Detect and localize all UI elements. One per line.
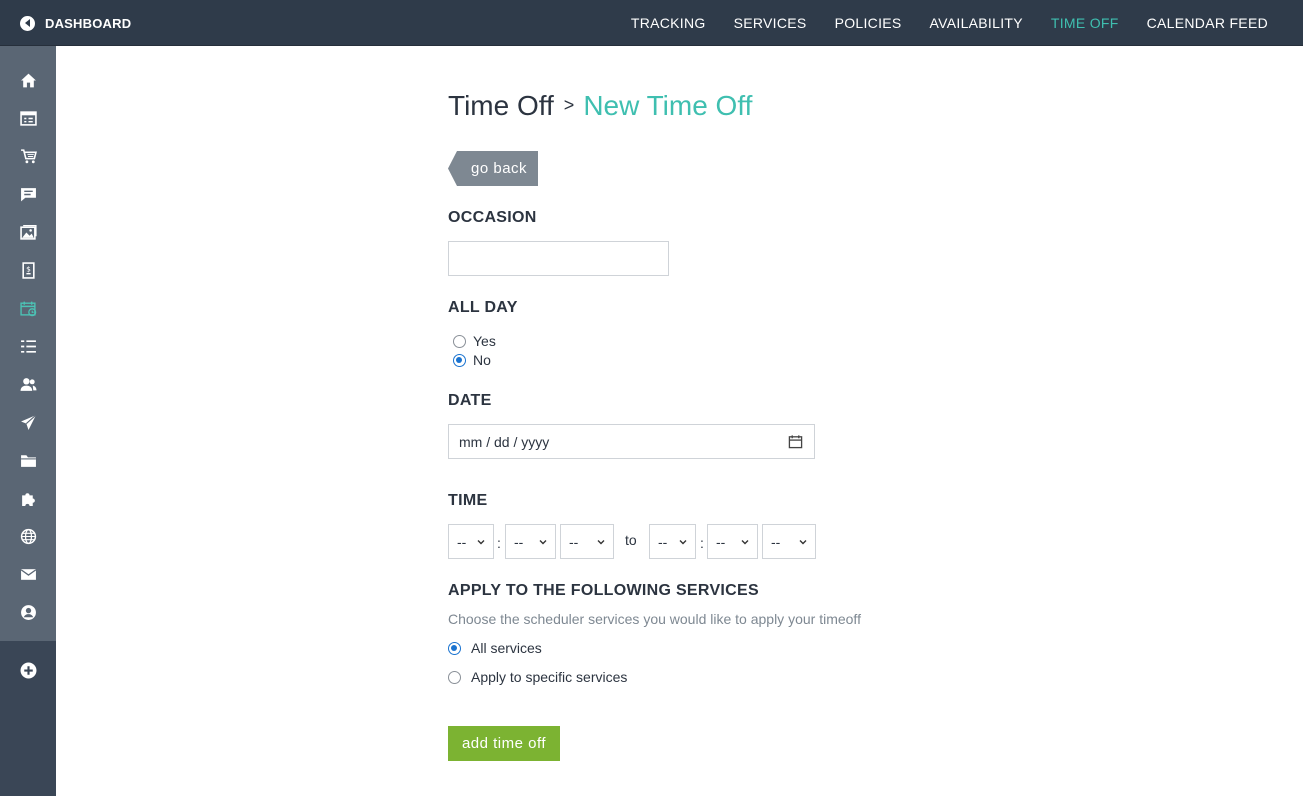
add-icon: [20, 662, 36, 678]
time-from-ampm-select[interactable]: --: [560, 524, 614, 559]
time-to-minute-select[interactable]: --: [707, 524, 758, 559]
svg-text:$: $: [26, 264, 31, 273]
chevron-down-icon: [679, 540, 687, 545]
time-from-minute-value: --: [514, 533, 524, 550]
sidebar-item-scheduler[interactable]: [0, 289, 56, 327]
time-to-ampm-select[interactable]: --: [762, 524, 816, 559]
sidebar-item-files[interactable]: [0, 441, 56, 479]
all-day-no-option[interactable]: No: [453, 352, 491, 368]
breadcrumb-parent[interactable]: Time Off: [448, 90, 554, 121]
sidebar: $: [0, 46, 56, 796]
nav-availability[interactable]: AVAILABILITY: [930, 15, 1023, 31]
time-to-colon-1: :: [700, 535, 704, 551]
date-input-value: mm / dd / yyyy: [459, 433, 550, 450]
cart-icon: [20, 148, 37, 163]
home-icon: [20, 73, 36, 87]
sidebar-item-chat[interactable]: [0, 175, 56, 213]
services-label: APPLY TO THE FOLLOWING SERVICES: [448, 582, 759, 599]
specific-services-option[interactable]: Apply to specific services: [448, 669, 627, 685]
page-title: Time Off > New Time Off: [448, 90, 752, 122]
specific-services-label: Apply to specific services: [471, 669, 628, 685]
sidebar-item-invoices[interactable]: $: [0, 251, 56, 289]
specific-services-radio[interactable]: [448, 670, 461, 684]
add-time-off-button[interactable]: add time off: [448, 726, 560, 761]
sidebar-item-store[interactable]: [0, 137, 56, 175]
sidebar-item-add[interactable]: [0, 651, 56, 689]
all-day-yes-radio[interactable]: [453, 334, 466, 348]
chevron-down-icon: [799, 540, 807, 545]
dashboard-label: DASHBOARD: [45, 15, 132, 31]
all-day-yes-option[interactable]: Yes: [453, 333, 496, 349]
nav-calendar-feed[interactable]: CALENDAR FEED: [1147, 15, 1268, 31]
chevron-down-icon: [597, 540, 605, 545]
time-from-colon-1: :: [497, 535, 501, 551]
date-label: DATE: [448, 392, 492, 409]
chevron-down-icon: [477, 540, 485, 545]
globe-icon: [20, 528, 36, 544]
scheduler-icon: [19, 301, 36, 316]
puzzle-icon: [21, 492, 35, 506]
sidebar-item-mail[interactable]: [0, 555, 56, 593]
all-services-option[interactable]: All services: [448, 640, 542, 656]
time-to-ampm-value: --: [771, 533, 781, 550]
occasion-input[interactable]: [448, 241, 669, 276]
list-icon: [20, 339, 36, 353]
calendar-list-icon: [19, 110, 37, 126]
nav-time-off[interactable]: TIME OFF: [1051, 15, 1119, 31]
sidebar-item-gallery[interactable]: [0, 213, 56, 251]
nav-tracking[interactable]: TRACKING: [631, 15, 706, 31]
breadcrumb-current: New Time Off: [583, 90, 753, 121]
breadcrumb-separator: >: [563, 95, 575, 115]
nav-policies[interactable]: POLICIES: [835, 15, 902, 31]
calendar-icon[interactable]: [788, 434, 803, 449]
time-label: TIME: [448, 492, 488, 509]
all-day-no-label: No: [473, 352, 491, 368]
sidebar-item-website[interactable]: [0, 517, 56, 555]
all-day-no-radio[interactable]: [453, 353, 466, 367]
users-icon: [20, 377, 36, 391]
chat-icon: [20, 187, 36, 201]
mail-icon: [20, 568, 36, 580]
sidebar-item-calendar-list[interactable]: [0, 99, 56, 137]
time-from-hour-value: --: [457, 533, 467, 550]
all-day-yes-label: Yes: [473, 333, 496, 349]
sidebar-item-users[interactable]: [0, 365, 56, 403]
chevron-down-icon: [741, 540, 749, 545]
time-from-minute-select[interactable]: --: [505, 524, 556, 559]
top-bar: DASHBOARD TRACKING SERVICES POLICIES AVA…: [0, 0, 1303, 46]
top-nav: TRACKING SERVICES POLICIES AVAILABILITY …: [603, 0, 1268, 46]
all-services-label: All services: [471, 640, 542, 656]
gallery-icon: [19, 224, 37, 240]
time-from-ampm-value: --: [569, 533, 579, 550]
time-to-hour-value: --: [658, 533, 668, 550]
invoice-icon: $: [21, 261, 35, 279]
folder-icon: [20, 454, 36, 467]
sidebar-item-list[interactable]: [0, 327, 56, 365]
send-icon: [20, 414, 36, 430]
all-day-label: ALL DAY: [448, 299, 518, 316]
go-back-button[interactable]: go back: [448, 151, 538, 186]
sidebar-item-home[interactable]: [0, 61, 56, 99]
dashboard-link[interactable]: DASHBOARD: [20, 14, 131, 32]
back-arrow-icon: [20, 15, 35, 31]
nav-services[interactable]: SERVICES: [734, 15, 807, 31]
time-to-label: to: [625, 532, 637, 548]
chevron-down-icon: [539, 540, 547, 545]
services-description: Choose the scheduler services you would …: [448, 611, 861, 627]
occasion-label: OCCASION: [448, 209, 537, 226]
date-input[interactable]: mm / dd / yyyy: [448, 424, 815, 459]
time-to-minute-value: --: [716, 533, 726, 550]
sidebar-item-apps[interactable]: [0, 479, 56, 517]
account-icon: [20, 604, 36, 620]
sidebar-item-account[interactable]: [0, 593, 56, 631]
time-from-hour-select[interactable]: --: [448, 524, 494, 559]
sidebar-item-send[interactable]: [0, 403, 56, 441]
all-services-radio[interactable]: [448, 641, 461, 655]
time-to-hour-select[interactable]: --: [649, 524, 696, 559]
